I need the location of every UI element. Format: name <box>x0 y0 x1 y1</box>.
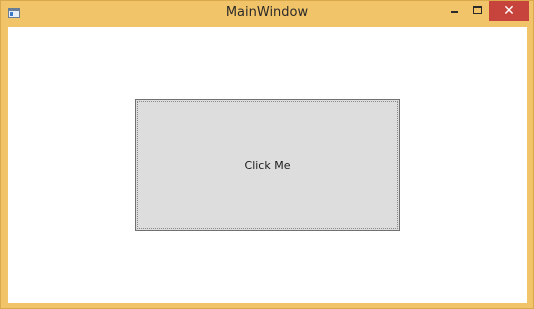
close-button[interactable]: ✕ <box>489 1 529 21</box>
title-bar[interactable]: MainWindow ✕ <box>1 1 533 26</box>
close-icon: ✕ <box>503 3 515 19</box>
window-content-area: Click Me <box>8 27 527 303</box>
minimize-button[interactable] <box>442 1 466 21</box>
click-me-button[interactable]: Click Me <box>135 99 400 231</box>
maximize-icon <box>473 6 482 14</box>
maximize-button[interactable] <box>466 1 488 21</box>
main-window: MainWindow ✕ Click Me <box>0 0 534 309</box>
minimize-icon <box>451 11 458 13</box>
